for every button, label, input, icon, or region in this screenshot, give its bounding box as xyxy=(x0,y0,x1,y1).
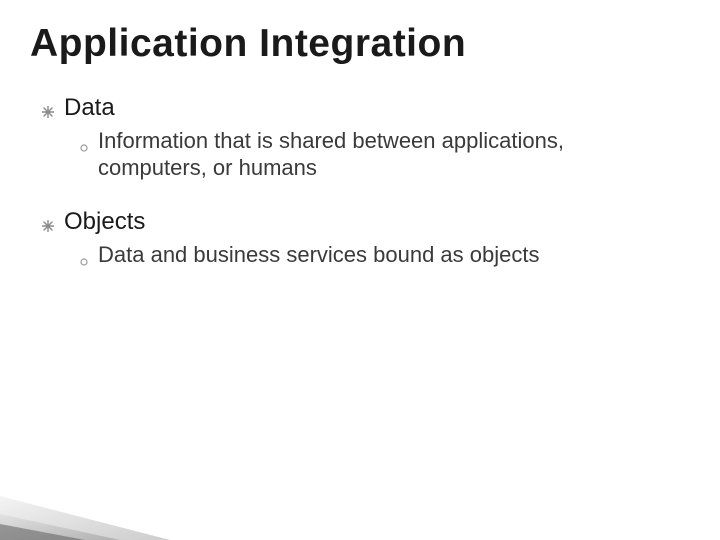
sub-bullet-text: Data and business services bound as obje… xyxy=(98,241,539,269)
bullet-heading: Data xyxy=(64,94,115,123)
bullet-icon xyxy=(42,220,54,235)
bullet-row: Data xyxy=(42,94,690,123)
sub-bullet-text: Information that is shared between appli… xyxy=(98,127,658,182)
content-body: Data Information that is shared between … xyxy=(30,94,690,268)
circle-bullet-icon xyxy=(80,143,88,155)
list-item: Objects Data and business services bound… xyxy=(42,208,690,268)
bullet-icon xyxy=(42,106,54,121)
page-title: Application Integration xyxy=(30,22,690,66)
sub-bullet-row: Information that is shared between appli… xyxy=(42,127,690,182)
sub-bullet-row: Data and business services bound as obje… xyxy=(42,241,690,269)
bullet-row: Objects xyxy=(42,208,690,237)
decorative-corner-accent xyxy=(0,484,170,540)
list-item: Data Information that is shared between … xyxy=(42,94,690,182)
slide: Application Integration Data Information… xyxy=(0,0,720,540)
bullet-heading: Objects xyxy=(64,208,145,237)
circle-bullet-icon xyxy=(80,257,88,269)
